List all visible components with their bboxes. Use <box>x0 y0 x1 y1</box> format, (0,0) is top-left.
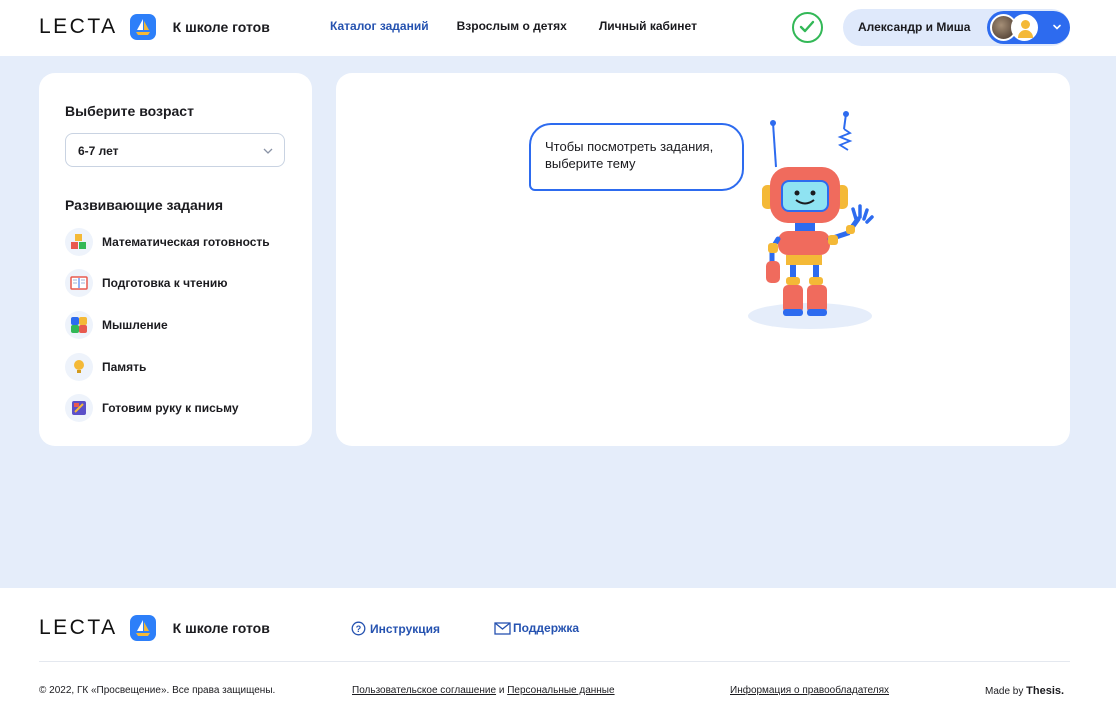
copyright: © 2022, ГК «Просвещение». Все права защи… <box>39 685 276 696</box>
instruction-link[interactable]: ? Инструкция <box>351 621 440 636</box>
header: LECTA К школе готов Каталог заданий Взро… <box>0 0 1116 56</box>
support-link[interactable]: Поддержка <box>494 621 579 635</box>
footer-logo[interactable]: LECTA К школе готов <box>39 615 270 641</box>
sailboat-icon <box>129 615 156 641</box>
puzzle-icon <box>65 311 93 339</box>
made-by-brand: Thesis. <box>1026 685 1065 697</box>
bubble-text: Чтобы посмотреть задания, выберите тему <box>545 139 714 171</box>
logo-wordmark: LECTA <box>39 616 118 639</box>
user-menu[interactable]: Александр и Миша <box>843 9 1070 46</box>
logo[interactable]: LECTA К школе готов <box>39 14 270 40</box>
topic-label: Готовим руку к письму <box>102 401 239 415</box>
nav-cabinet[interactable]: Личный кабинет <box>599 19 697 33</box>
app-title: К школе готов <box>172 19 270 35</box>
age-select[interactable]: 6-7 лет <box>65 133 285 167</box>
chevron-down-icon <box>1053 24 1061 30</box>
footer-divider <box>39 661 1070 662</box>
footer: LECTA К школе готов ? Инструкция Поддерж… <box>0 588 1116 713</box>
sailboat-icon <box>129 14 156 40</box>
user-name: Александр и Миша <box>858 20 971 34</box>
age-select-value: 6-7 лет <box>78 144 119 158</box>
nav-catalog[interactable]: Каталог заданий <box>330 19 429 33</box>
personal-data-link[interactable]: Персональные данные <box>507 685 614 696</box>
check-icon[interactable] <box>792 12 823 43</box>
avatar-switcher[interactable] <box>987 11 1070 44</box>
topics-heading: Развивающие задания <box>65 197 224 213</box>
question-circle-icon: ? <box>351 621 366 636</box>
book-icon <box>65 269 93 297</box>
sidebar: Выберите возраст 6-7 лет Развивающие зад… <box>39 73 312 446</box>
agreement-link[interactable]: Пользовательское соглашение <box>352 685 496 696</box>
speech-bubble: Чтобы посмотреть задания, выберите тему <box>529 123 744 191</box>
main-area: Выберите возраст 6-7 лет Развивающие зад… <box>0 56 1116 588</box>
notebook-icon <box>65 394 93 422</box>
support-label: Поддержка <box>513 621 580 635</box>
age-heading: Выберите возраст <box>65 103 194 119</box>
topic-reading[interactable]: Подготовка к чтению <box>65 269 227 297</box>
legal-links: Пользовательское соглашение и Персональн… <box>352 685 615 696</box>
robot-illustration <box>748 111 874 329</box>
svg-text:?: ? <box>356 624 362 634</box>
topic-memory[interactable]: Память <box>65 353 146 381</box>
and-text: и <box>496 685 508 696</box>
chevron-down-icon <box>263 148 273 154</box>
made-by[interactable]: Made by Thesis. <box>985 685 1064 697</box>
rights-link[interactable]: Информация о правообладателях <box>730 685 889 696</box>
instruction-label: Инструкция <box>370 621 441 636</box>
topic-label: Мышление <box>102 318 168 332</box>
app-title: К школе готов <box>172 620 270 636</box>
topic-label: Математическая готовность <box>102 235 270 249</box>
topic-thinking[interactable]: Мышление <box>65 311 168 339</box>
child-avatar-icon <box>1011 14 1038 41</box>
topic-label: Подготовка к чтению <box>102 276 228 290</box>
lightbulb-icon <box>65 353 93 381</box>
topic-math[interactable]: Математическая готовность <box>65 228 270 256</box>
main-nav: Каталог заданий Взрослым о детях Личный … <box>330 19 697 33</box>
logo-wordmark: LECTA <box>39 15 118 38</box>
topic-handwriting[interactable]: Готовим руку к письму <box>65 394 239 422</box>
content-panel: Чтобы посмотреть задания, выберите тему <box>336 73 1070 446</box>
nav-adults[interactable]: Взрослым о детях <box>457 19 567 33</box>
blocks-icon <box>65 228 93 256</box>
topic-label: Память <box>102 360 147 374</box>
made-by-text: Made by <box>985 686 1024 697</box>
mail-icon <box>494 621 511 635</box>
